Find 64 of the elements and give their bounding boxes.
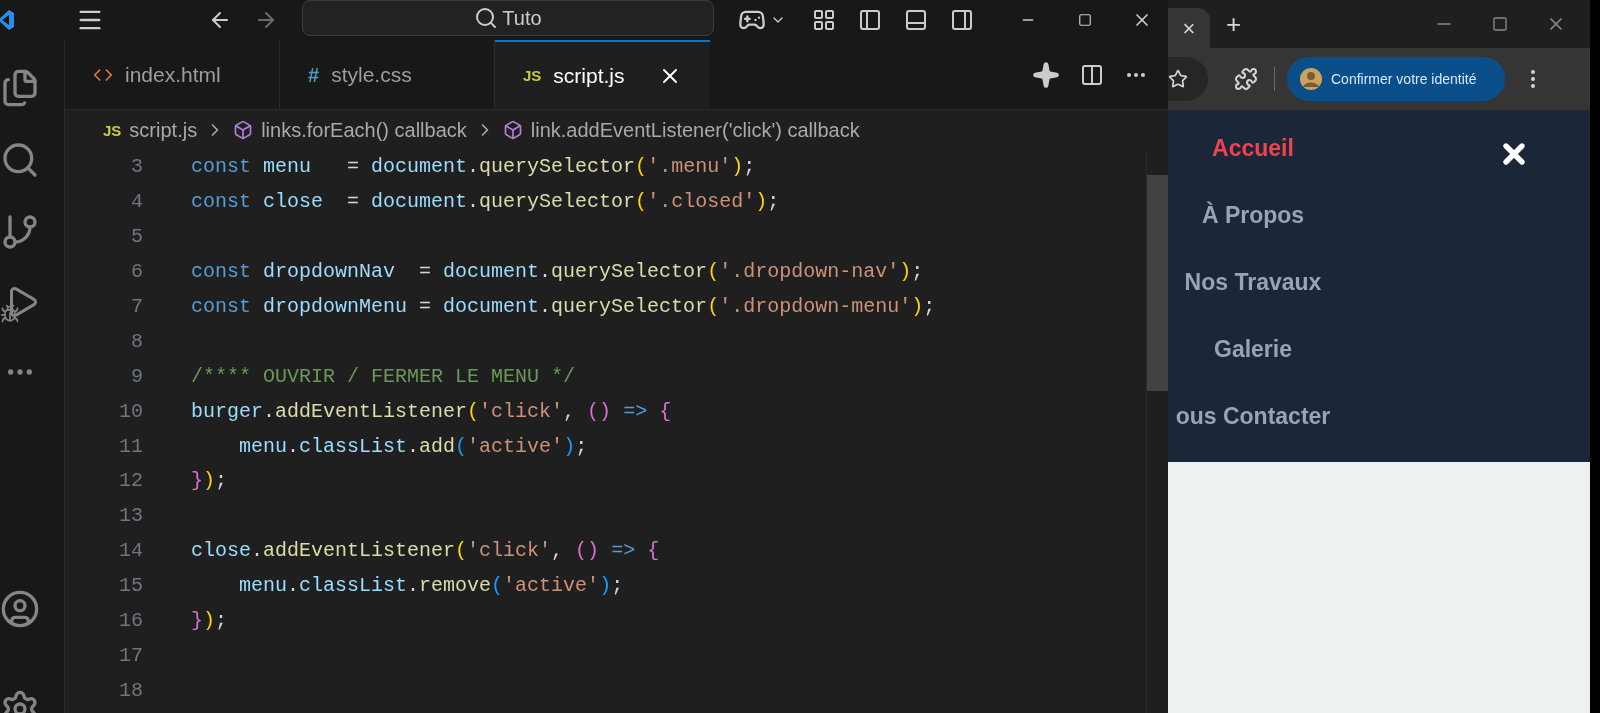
- panel-left-icon[interactable]: [858, 8, 882, 32]
- code-line: const close = document.querySelector('.closed');: [191, 189, 780, 216]
- file-type-label: #: [308, 64, 320, 85]
- nav-link[interactable]: Accueil: [1212, 132, 1294, 164]
- layout-icon[interactable]: [812, 8, 836, 32]
- code-line: burger.addEventListener('click', () => {: [191, 398, 672, 425]
- breadcrumb-item[interactable]: link.addEventListener('click') callback: [530, 115, 860, 145]
- maximize-icon[interactable]: [1492, 16, 1508, 32]
- code-line: close.addEventListener('click', () => {: [191, 538, 660, 565]
- browser-tab[interactable]: ×: [1168, 8, 1210, 48]
- profile-button[interactable]: Confirmer votre identité: [1287, 57, 1505, 101]
- line-number: 10: [118, 398, 143, 425]
- split-editor-icon[interactable]: [1080, 62, 1104, 87]
- maximize-icon[interactable]: [1078, 13, 1092, 27]
- code-line: const menu = document.querySelector('.menu');: [191, 154, 756, 181]
- line-number: 3: [130, 154, 143, 181]
- line-number: 8: [130, 328, 143, 355]
- avatar-icon: [1299, 67, 1323, 91]
- branch-icon[interactable]: [0, 212, 40, 252]
- nav-link[interactable]: Nos Travaux: [1184, 266, 1322, 298]
- search-field[interactable]: Tuto: [302, 0, 714, 36]
- run-debug-icon[interactable]: [0, 284, 40, 324]
- new-tab-button[interactable]: +: [1226, 11, 1242, 37]
- nav-link[interactable]: À Propos: [1201, 199, 1305, 231]
- line-number: 12: [118, 468, 143, 495]
- code-line: /**** OUVRIR / FERMER LE MENU */: [191, 363, 576, 390]
- line-number: 11: [118, 433, 143, 460]
- files-icon[interactable]: [0, 68, 40, 108]
- code-line: const dropdownMenu = document.querySelector('.dropdown-menu');: [191, 294, 936, 320]
- line-number: 15: [118, 573, 143, 600]
- sparkle-icon[interactable]: [1032, 60, 1060, 89]
- line-number: 17: [118, 642, 143, 669]
- code-line: menu.classList.remove('active');: [238, 573, 624, 600]
- panel-bottom-icon[interactable]: [904, 8, 928, 32]
- scrollbar[interactable]: [1146, 150, 1168, 713]
- file-type-label: JS: [523, 68, 542, 83]
- line-number: 5: [130, 224, 143, 251]
- line-number: 13: [118, 503, 143, 530]
- breadcrumb-item[interactable]: links.forEach() callback: [261, 115, 467, 145]
- search-icon[interactable]: [0, 140, 40, 180]
- editor-tab[interactable]: index.html: [65, 40, 280, 109]
- line-number: 7: [130, 294, 143, 320]
- code-line: const dropdownNav = document.querySelector('.dropdown-nav');: [191, 259, 924, 286]
- editor-tab[interactable]: JS script.js: [495, 40, 710, 109]
- line-number: 18: [118, 677, 143, 704]
- cube-icon: [502, 120, 523, 140]
- nav-link[interactable]: ous Contacter: [1175, 400, 1331, 432]
- cube-icon: [233, 120, 254, 140]
- line-number: 16: [118, 608, 143, 634]
- file-type-label: JS: [103, 122, 122, 138]
- code-line: });: [191, 608, 228, 634]
- line-number: 9: [130, 363, 143, 390]
- star-icon[interactable]: [1168, 69, 1188, 89]
- line-number: 6: [130, 259, 143, 286]
- nav-link[interactable]: Galerie: [1214, 333, 1292, 365]
- code-line: menu.classList.add('active');: [238, 433, 588, 460]
- account-icon[interactable]: [0, 589, 40, 629]
- code-line: });: [191, 468, 228, 495]
- line-number: 14: [118, 538, 143, 565]
- breadcrumb-item[interactable]: script.js: [129, 115, 198, 145]
- line-number: 4: [130, 189, 143, 216]
- extensions-icon[interactable]: [1234, 67, 1258, 91]
- search-icon: [474, 6, 499, 30]
- panel-right-icon[interactable]: [950, 8, 974, 32]
